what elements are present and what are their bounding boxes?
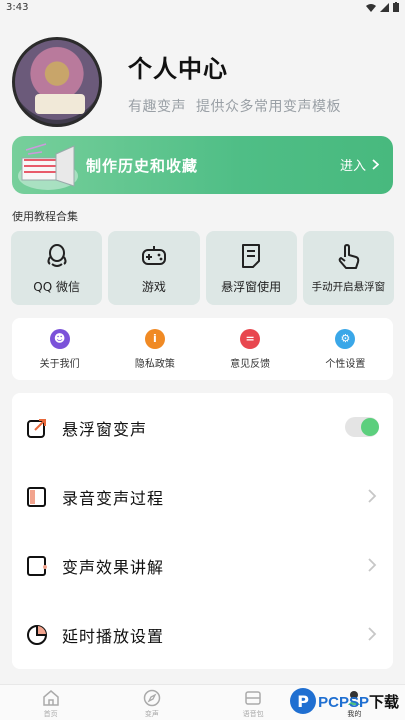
document-icon: [242, 243, 261, 268]
chevron-right-icon: [368, 627, 377, 641]
tutorial-label: 手动开启悬浮窗: [311, 280, 386, 293]
tutorial-label: 游戏: [141, 279, 166, 294]
tutorial-qq-wechat[interactable]: QQ 微信: [11, 231, 103, 305]
wifi-icon: [366, 3, 376, 12]
status-icons: [366, 2, 399, 12]
watermark: P PCPSP下载: [290, 684, 399, 718]
notebook-icon: [27, 486, 46, 507]
tutorials-grid: QQ 微信 游戏 悬浮窗使用 手动开启悬浮窗: [11, 231, 394, 305]
tutorial-floating-window[interactable]: 悬浮窗使用: [205, 231, 297, 305]
watermark-text: PCPSP下载: [318, 691, 399, 712]
enter-label: 进入: [339, 159, 366, 174]
quick-link-label: 个性设置: [325, 358, 366, 370]
inbox-icon: [245, 691, 261, 705]
chevron-right-icon: [368, 558, 377, 572]
setting-effect-explanation[interactable]: 变声效果讲解: [12, 531, 393, 600]
tutorial-manual-floating[interactable]: 手动开启悬浮窗: [302, 231, 394, 305]
tab-label: 语音包: [242, 710, 264, 718]
avatar[interactable]: [12, 37, 102, 127]
tutorial-label: 悬浮窗使用: [221, 279, 282, 294]
quick-link-personal-settings[interactable]: ⚙ 个性设置: [300, 328, 390, 370]
info-icon: i: [144, 328, 165, 349]
qq-icon: [47, 243, 67, 267]
setting-delay-playback[interactable]: 延时播放设置: [12, 600, 393, 669]
quick-link-label: 隐私政策: [134, 358, 175, 370]
profile-subtitle: 有趣变声 提供众多常用变声模板: [128, 96, 341, 116]
page-title: 个人中心: [128, 54, 228, 83]
setting-label: 悬浮窗变声: [62, 419, 148, 439]
quick-link-label: 关于我们: [39, 358, 80, 370]
home-icon: [42, 690, 59, 706]
pie-chart-icon: [27, 624, 47, 645]
setting-floating-voice-change[interactable]: 悬浮窗变声: [12, 393, 393, 462]
share-box-icon: [27, 418, 46, 438]
history-enter-link[interactable]: 进入: [340, 155, 379, 174]
floating-voice-toggle[interactable]: [345, 417, 379, 437]
gamepad-icon: [141, 245, 166, 265]
tab-label: 变声: [144, 710, 159, 718]
chevron-right-icon: [368, 489, 377, 503]
quick-link-privacy[interactable]: i 隐私政策: [110, 328, 200, 370]
quick-link-feedback[interactable]: = 意见反馈: [205, 328, 295, 370]
setting-label: 变声效果讲解: [62, 557, 165, 577]
subtitle-part: 提供众多常用变声模板: [196, 98, 341, 115]
setting-label: 录音变声过程: [62, 488, 165, 508]
tab-label: 首页: [43, 710, 58, 718]
compass-icon: [143, 689, 161, 707]
watermark-text-colored: PCPSP: [318, 693, 369, 711]
chevron-right-icon: [372, 159, 379, 170]
tab-voice-pack[interactable]: 语音包: [203, 685, 304, 720]
history-card-title: 制作历史和收藏: [86, 156, 199, 175]
profile-header: 个人中心 有趣变声 提供众多常用变声模板: [0, 14, 405, 134]
quick-links-bar: ☻ 关于我们 i 隐私政策 = 意见反馈 ⚙ 个性设置: [12, 318, 393, 380]
battery-icon: [393, 2, 399, 12]
settings-list: 悬浮窗变声 录音变声过程 变声效果讲解 延时播放设置: [12, 393, 393, 669]
feedback-icon: =: [240, 328, 261, 349]
setting-label: 延时播放设置: [62, 626, 165, 646]
watermark-text-dark: 下载: [368, 693, 399, 711]
megaphone-illustration-icon: [18, 143, 78, 190]
square-icon: [27, 555, 47, 576]
tab-home[interactable]: 首页: [0, 685, 101, 720]
tutorial-game[interactable]: 游戏: [108, 231, 200, 305]
tutorials-section-label: 使用教程合集: [12, 210, 78, 223]
watermark-logo-icon: P: [290, 688, 317, 714]
tutorial-label: QQ 微信: [33, 279, 80, 294]
status-time: 3:43: [6, 1, 29, 13]
subtitle-part: 有趣变声: [128, 98, 186, 115]
setting-record-process[interactable]: 录音变声过程: [12, 462, 393, 531]
tab-voice-change[interactable]: 变声: [101, 685, 202, 720]
about-icon: ☻: [49, 328, 70, 349]
settings-icon: ⚙: [335, 328, 356, 349]
history-favorites-card[interactable]: 制作历史和收藏 进入: [12, 136, 393, 194]
quick-link-about[interactable]: ☻ 关于我们: [15, 328, 105, 370]
signal-icon: [380, 2, 389, 12]
quick-link-label: 意见反馈: [230, 358, 271, 370]
status-bar: 3:43: [0, 0, 405, 14]
hand-pointer-icon: [339, 243, 360, 269]
